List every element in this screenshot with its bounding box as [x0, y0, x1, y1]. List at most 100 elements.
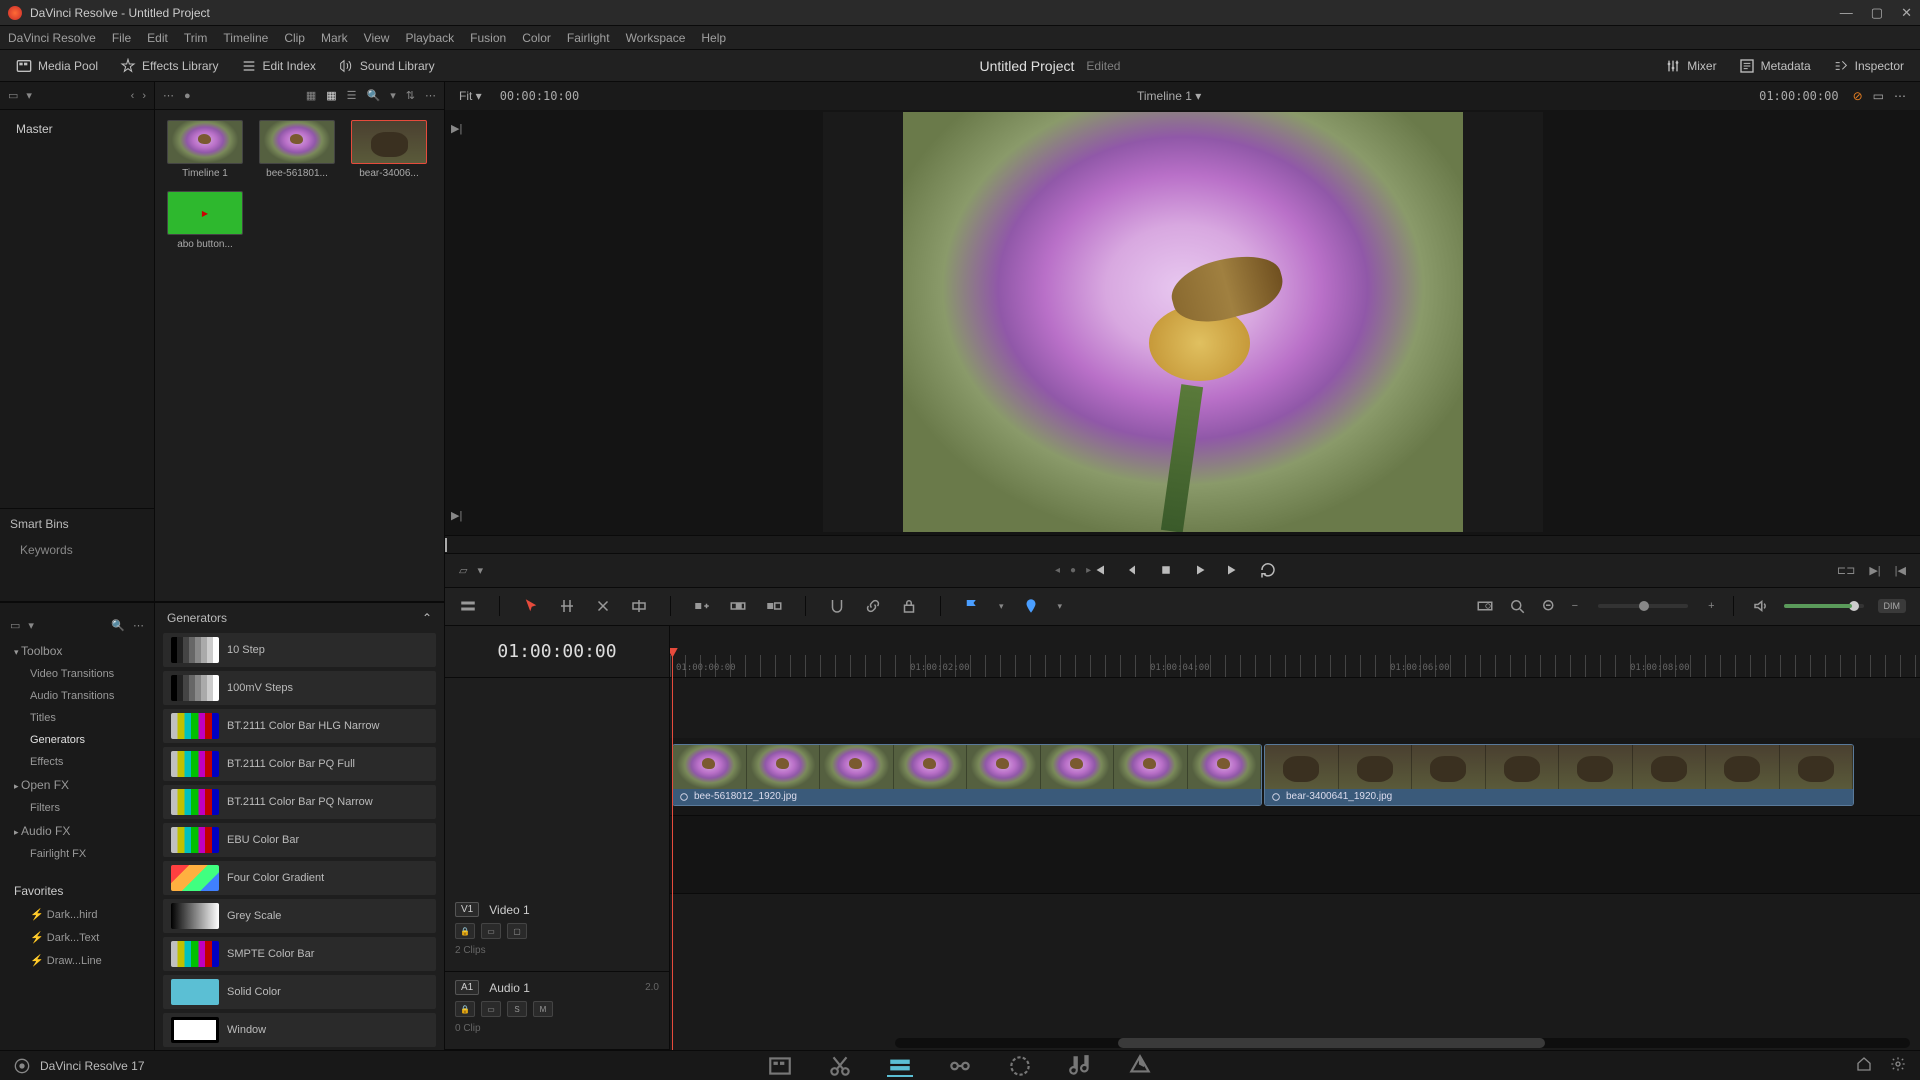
fx-tree-audiofx[interactable]: Audio FX — [0, 819, 154, 843]
page-tab-deliver[interactable] — [1127, 1055, 1153, 1077]
clip-options-icon[interactable]: ⋯ — [425, 89, 436, 102]
fx-item[interactable]: SMPTE Color Bar — [163, 937, 436, 971]
menu-help[interactable]: Help — [701, 31, 726, 45]
match-frame-icon[interactable]: ⊏⊐ — [1837, 564, 1855, 577]
fx-item[interactable]: BT.2111 Color Bar HLG Narrow — [163, 709, 436, 743]
blade-tool-icon[interactable] — [630, 597, 648, 615]
fx-layout-icon[interactable]: ▭ — [10, 619, 20, 632]
fx-tree-fairlightfx[interactable]: Fairlight FX — [0, 843, 154, 865]
menu-mark[interactable]: Mark — [321, 31, 348, 45]
dynamic-trim-icon[interactable] — [594, 597, 612, 615]
timeline-clip[interactable]: bear-3400641_1920.jpg — [1264, 744, 1854, 806]
fx-item[interactable]: 10 Step — [163, 633, 436, 667]
timeline-timecode[interactable]: 01:00:00:00 — [445, 626, 669, 678]
zoom-custom-icon[interactable] — [1540, 597, 1558, 615]
selection-tool-icon[interactable] — [522, 597, 540, 615]
zoom-out-icon[interactable]: − — [1572, 600, 1578, 612]
track-mute-button[interactable]: M — [533, 1001, 553, 1017]
clip-search-icon[interactable]: 🔍 — [367, 89, 381, 102]
fx-item[interactable]: BT.2111 Color Bar PQ Full — [163, 747, 436, 781]
sound-library-button[interactable]: Sound Library — [332, 54, 441, 78]
fx-item[interactable]: BT.2111 Color Bar PQ Narrow — [163, 785, 436, 819]
clip-thumb[interactable]: bee-561801... — [257, 120, 337, 179]
timeline-ruler[interactable]: 01:00:00:00 01:00:02:00 01:00:04:00 01:0… — [670, 626, 1920, 678]
dim-badge[interactable]: DIM — [1878, 599, 1907, 613]
home-icon[interactable] — [1856, 1056, 1872, 1075]
metadata-button[interactable]: Metadata — [1733, 54, 1817, 78]
clip-thumb[interactable]: bear-34006... — [349, 120, 429, 179]
smart-bin-keywords[interactable]: Keywords — [0, 539, 154, 561]
track-tag-a1[interactable]: A1 — [455, 980, 479, 995]
clip-search-dropdown-icon[interactable]: ▾ — [390, 89, 396, 102]
track-disable-button[interactable]: ▢ — [507, 923, 527, 939]
clip-sort-icon[interactable]: ⇅ — [406, 89, 415, 102]
track-solo-button[interactable]: S — [507, 1001, 527, 1017]
marker-dropdown-icon[interactable]: ▾ — [1058, 601, 1063, 612]
position-lock-icon[interactable] — [900, 597, 918, 615]
menu-file[interactable]: File — [112, 31, 131, 45]
track-tag-v1[interactable]: V1 — [455, 902, 479, 917]
menu-timeline[interactable]: Timeline — [223, 31, 268, 45]
menu-davinci[interactable]: DaVinci Resolve — [8, 31, 96, 45]
track-auto-select-button[interactable]: ▭ — [481, 1001, 501, 1017]
fx-dropdown-icon[interactable]: ▾ — [28, 619, 34, 632]
playhead[interactable] — [672, 656, 673, 1051]
step-back-button[interactable] — [1123, 561, 1141, 579]
play-button[interactable] — [1191, 561, 1209, 579]
link-icon[interactable] — [864, 597, 882, 615]
clip-thumb[interactable]: ▶ abo button... — [165, 191, 245, 250]
bypass-fx-icon[interactable]: ⊘ — [1853, 89, 1863, 103]
menu-fusion[interactable]: Fusion — [470, 31, 506, 45]
marker-prev-icon[interactable]: ◂ — [1055, 565, 1060, 576]
menu-fairlight[interactable]: Fairlight — [567, 31, 610, 45]
flag-icon[interactable] — [963, 597, 981, 615]
menu-edit[interactable]: Edit — [147, 31, 168, 45]
viewer-fit-dropdown[interactable]: Fit ▾ — [459, 89, 482, 103]
clip-view-grid-icon[interactable]: ▦ — [326, 89, 336, 102]
zoom-in-icon[interactable]: + — [1708, 600, 1714, 612]
fx-fav-item[interactable]: ⚡ Dark...Text — [0, 926, 154, 949]
fx-item[interactable]: Four Color Gradient — [163, 861, 436, 895]
track-lane-a1[interactable] — [670, 816, 1920, 894]
menu-trim[interactable]: Trim — [184, 31, 208, 45]
timeline-view-options-icon[interactable] — [459, 597, 477, 615]
fx-tree-audio-transitions[interactable]: Audio Transitions — [0, 685, 154, 707]
transform-overlay-icon[interactable]: ▱ — [459, 564, 467, 577]
fx-tree-titles[interactable]: Titles — [0, 707, 154, 729]
menu-playback[interactable]: Playback — [405, 31, 454, 45]
go-next-edit-icon[interactable]: |◀ — [1895, 564, 1906, 577]
bin-nav-back-icon[interactable]: ‹ — [131, 90, 135, 102]
timeline-clip[interactable]: bee-5618012_1920.jpg — [672, 744, 1262, 806]
fx-tree-toolbox[interactable]: Toolbox — [0, 639, 154, 663]
fx-item[interactable]: Grey Scale — [163, 899, 436, 933]
marker-next-icon[interactable]: ▸ — [1086, 565, 1091, 576]
fx-tree-filters[interactable]: Filters — [0, 797, 154, 819]
timeline-body[interactable]: 01:00:00:00 01:00:02:00 01:00:04:00 01:0… — [670, 626, 1920, 1051]
menu-color[interactable]: Color — [522, 31, 551, 45]
clip-view-list-icon[interactable]: ☰ — [347, 89, 357, 102]
loop-button[interactable] — [1259, 561, 1277, 579]
effects-library-button[interactable]: Effects Library — [114, 54, 224, 78]
clip-breadcrumb-icon[interactable]: ⋯ — [163, 89, 174, 102]
page-tab-media[interactable] — [767, 1055, 793, 1077]
viewer-scrubber[interactable] — [445, 535, 1920, 553]
overwrite-clip-icon[interactable] — [729, 597, 747, 615]
menu-workspace[interactable]: Workspace — [626, 31, 686, 45]
fx-item[interactable]: 100mV Steps — [163, 671, 436, 705]
viewer-jump-end-icon[interactable]: ▶| — [451, 509, 465, 523]
fx-tree-effects[interactable]: Effects — [0, 751, 154, 773]
track-lane-v1[interactable]: bee-5618012_1920.jpg bear-3400641_1920.j… — [670, 738, 1920, 816]
fx-list-collapse-icon[interactable]: ⌃ — [422, 611, 432, 625]
page-tab-color[interactable] — [1007, 1055, 1033, 1077]
track-head-v1[interactable]: V1 Video 1 🔒 ▭ ▢ 2 Clips — [445, 894, 669, 972]
fx-tree-generators[interactable]: Generators — [0, 729, 154, 751]
fx-tree-video-transitions[interactable]: Video Transitions — [0, 663, 154, 685]
flag-dropdown-icon[interactable]: ▾ — [999, 601, 1004, 612]
edit-index-button[interactable]: Edit Index — [235, 54, 322, 78]
viewer-options-icon[interactable]: ⋯ — [1894, 89, 1906, 103]
zoom-slider[interactable] — [1598, 604, 1688, 608]
track-lock-button[interactable]: 🔒 — [455, 923, 475, 939]
viewer[interactable]: ▶| ▶| — [445, 110, 1920, 535]
snapping-icon[interactable] — [828, 597, 846, 615]
marker-icon[interactable] — [1022, 597, 1040, 615]
